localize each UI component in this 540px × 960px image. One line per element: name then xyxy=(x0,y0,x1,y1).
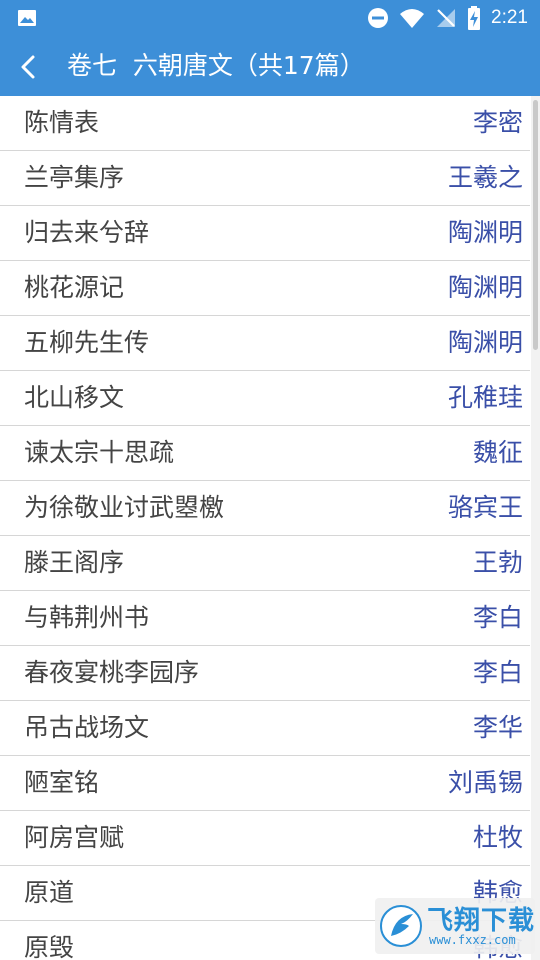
article-title: 五柳先生传 xyxy=(24,328,150,357)
article-author: 骆宾王 xyxy=(447,493,523,522)
article-title: 春夜宴桃李园序 xyxy=(24,658,200,687)
watermark-name: 飞翔下载 xyxy=(427,906,536,936)
article-title: 阿房宫赋 xyxy=(24,823,125,852)
clock: 2:21 xyxy=(491,7,528,28)
article-author: 李白 xyxy=(472,658,523,687)
article-title: 原毁 xyxy=(24,933,75,960)
list-item[interactable]: 谏太宗十思疏 魏征 xyxy=(0,426,530,481)
article-author: 杜牧 xyxy=(472,823,523,852)
article-author: 李华 xyxy=(472,713,523,742)
no-signal-icon xyxy=(437,9,456,27)
scrollbar-thumb[interactable] xyxy=(533,100,538,350)
list-item[interactable]: 吊古战场文 李华 xyxy=(0,701,530,756)
list-item[interactable]: 归去来兮辞 陶渊明 xyxy=(0,206,530,261)
article-author: 刘禹锡 xyxy=(447,768,523,797)
article-author: 陶渊明 xyxy=(447,218,523,247)
status-icons: 2:21 xyxy=(367,0,528,36)
article-title: 兰亭集序 xyxy=(24,163,125,192)
list-item[interactable]: 桃花源记 陶渊明 xyxy=(0,261,530,316)
list-item[interactable]: 陋室铭 刘禹锡 xyxy=(0,756,530,811)
article-title: 与韩荆州书 xyxy=(24,603,150,632)
article-title: 桃花源记 xyxy=(24,273,125,302)
article-author: 王勃 xyxy=(472,548,523,577)
list-item[interactable]: 陈情表 李密 xyxy=(0,96,530,151)
watermark-logo: 飞翔下载 www.fxxz.com xyxy=(375,898,535,954)
wifi-icon xyxy=(400,9,425,28)
article-author: 李白 xyxy=(472,603,523,632)
article-title: 吊古战场文 xyxy=(24,713,150,742)
list-item[interactable]: 阿房宫赋 杜牧 xyxy=(0,811,530,866)
article-title: 北山移文 xyxy=(24,383,125,412)
article-title: 陈情表 xyxy=(24,108,100,137)
article-list: 陈情表 李密 兰亭集序 王羲之 归去来兮辞 陶渊明 桃花源记 陶渊明 五柳先生传… xyxy=(0,96,530,960)
image-icon xyxy=(18,10,36,26)
article-author: 陶渊明 xyxy=(447,328,523,357)
article-title: 谏太宗十思疏 xyxy=(24,438,175,467)
article-author: 王羲之 xyxy=(447,163,523,192)
do-not-disturb-icon xyxy=(368,8,389,28)
page-title: 卷七 六朝唐文（共17篇） xyxy=(67,51,365,80)
feather-logo-icon xyxy=(380,905,422,947)
list-item[interactable]: 兰亭集序 王羲之 xyxy=(0,151,530,206)
watermark-url: www.fxxz.com xyxy=(429,933,516,947)
status-bar: 2:21 xyxy=(0,0,540,36)
list-item[interactable]: 与韩荆州书 李白 xyxy=(0,591,530,646)
article-title: 滕王阁序 xyxy=(24,548,125,577)
back-arrow-icon[interactable] xyxy=(14,52,44,82)
list-item[interactable]: 为徐敬业讨武曌檄 骆宾王 xyxy=(0,481,530,536)
article-author: 李密 xyxy=(472,108,523,137)
article-author: 陶渊明 xyxy=(447,273,523,302)
article-title: 归去来兮辞 xyxy=(24,218,150,247)
article-title: 陋室铭 xyxy=(24,768,100,797)
app-bar: 卷七 六朝唐文（共17篇） xyxy=(0,36,540,96)
article-title: 为徐敬业讨武曌檄 xyxy=(24,493,225,522)
list-item[interactable]: 滕王阁序 王勃 xyxy=(0,536,530,591)
list-item[interactable]: 春夜宴桃李园序 李白 xyxy=(0,646,530,701)
article-author: 魏征 xyxy=(472,438,523,467)
article-title: 原道 xyxy=(24,878,75,907)
list-item[interactable]: 北山移文 孔稚珪 xyxy=(0,371,530,426)
battery-charging-icon xyxy=(468,6,481,30)
article-author: 孔稚珪 xyxy=(447,383,523,412)
scrollbar[interactable] xyxy=(531,96,540,960)
list-item[interactable]: 五柳先生传 陶渊明 xyxy=(0,316,530,371)
